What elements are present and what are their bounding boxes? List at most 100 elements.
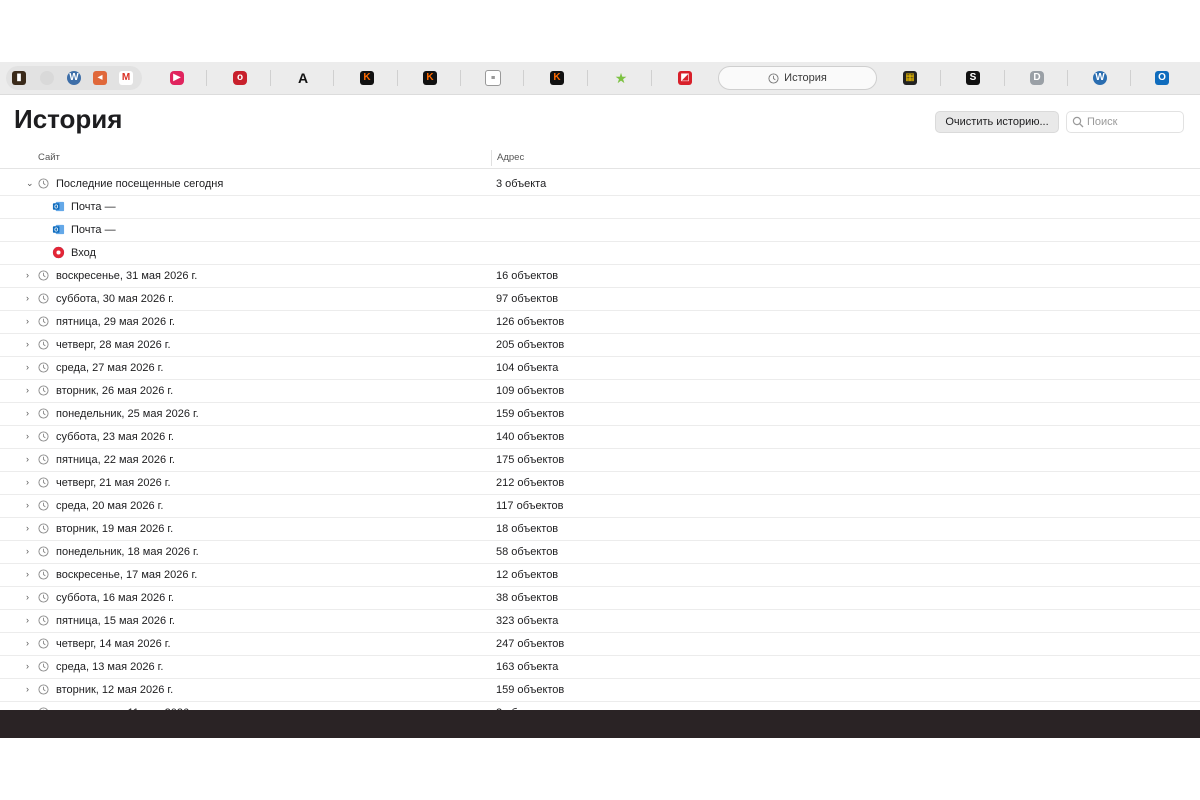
clock-icon — [38, 569, 49, 580]
chevron-right-icon[interactable]: › — [26, 615, 34, 625]
chevron-right-icon[interactable]: › — [26, 316, 34, 326]
tab-s[interactable]: S — [964, 66, 982, 90]
history-list: ⌄ Последние посещенные сегодня 3 объекта O П… — [0, 173, 1200, 725]
history-day-row[interactable]: › пятница, 22 мая 2026 г. 175 объектов — [0, 449, 1200, 472]
history-row-site: Почта — — [71, 224, 116, 236]
tab-history[interactable]: История — [718, 66, 877, 90]
chevron-right-icon[interactable]: › — [26, 339, 34, 349]
history-row-address: 247 объектов — [496, 638, 565, 650]
history-row-site: Почта — — [71, 201, 116, 213]
chevron-down-icon[interactable]: ⌄ — [26, 178, 34, 188]
history-day-row[interactable]: › четверг, 28 мая 2026 г. 205 объектов — [0, 334, 1200, 357]
search-field[interactable]: Поиск — [1066, 111, 1184, 133]
tab-kinopoisk-1[interactable]: K — [358, 66, 376, 90]
history-day-row[interactable]: › суббота, 30 мая 2026 г. 97 объектов — [0, 288, 1200, 311]
history-day-row[interactable]: › среда, 20 мая 2026 г. 117 объектов — [0, 495, 1200, 518]
history-day-row[interactable]: › суббота, 16 мая 2026 г. 38 объектов — [0, 587, 1200, 610]
history-row-site: вторник, 12 мая 2026 г. — [56, 684, 174, 696]
tab-kinopoisk-2[interactable]: K — [421, 66, 439, 90]
chevron-right-icon[interactable]: › — [26, 362, 34, 372]
history-day-row[interactable]: ⌄ Последние посещенные сегодня 3 объекта — [0, 173, 1200, 196]
tab-star[interactable]: ★ — [612, 66, 630, 90]
history-item[interactable]: O Почта — — [0, 196, 1200, 219]
history-row-address: 159 объектов — [496, 684, 565, 696]
history-row-address: 3 объекта — [496, 178, 547, 190]
tab-wp[interactable]: W — [1091, 66, 1109, 90]
chevron-right-icon[interactable]: › — [26, 270, 34, 280]
history-day-row[interactable]: › пятница, 15 мая 2026 г. 323 объекта — [0, 610, 1200, 633]
tab-filmstrip[interactable]: ▦ — [901, 66, 919, 90]
chevron-right-icon[interactable]: › — [26, 523, 34, 533]
tab-gmail[interactable]: M — [117, 66, 135, 90]
chevron-right-icon[interactable]: › — [26, 293, 34, 303]
history-row-address: 163 объекта — [496, 661, 559, 673]
history-day-row[interactable]: › понедельник, 18 мая 2026 г. 58 объектов — [0, 541, 1200, 564]
history-day-row[interactable]: › пятница, 29 мая 2026 г. 126 объектов — [0, 311, 1200, 334]
clock-icon — [38, 178, 49, 189]
history-row-address: 18 объектов — [496, 523, 559, 535]
history-row-address: 16 объектов — [496, 270, 559, 282]
history-day-row[interactable]: › воскресенье, 31 мая 2026 г. 16 объектов — [0, 265, 1200, 288]
tab-photo[interactable]: ◩ — [676, 66, 694, 90]
history-day-row[interactable]: › среда, 27 мая 2026 г. 104 объекта — [0, 357, 1200, 380]
tab-outlook[interactable]: O — [1153, 66, 1171, 90]
chevron-right-icon[interactable]: › — [26, 500, 34, 510]
tab-film[interactable]: ▮ — [10, 66, 28, 90]
kinopoisk-icon: K — [423, 71, 437, 85]
page-title: История — [14, 104, 123, 134]
history-day-row[interactable]: › вторник, 19 мая 2026 г. 18 объектов — [0, 518, 1200, 541]
chevron-right-icon[interactable]: › — [26, 661, 34, 671]
kinopoisk-icon: K — [360, 71, 374, 85]
history-row-site: суббота, 30 мая 2026 г. — [56, 293, 174, 305]
history-day-row[interactable]: › среда, 13 мая 2026 г. 163 объекта — [0, 656, 1200, 679]
tab-opera[interactable]: o — [231, 66, 249, 90]
history-item[interactable]: Вход — [0, 242, 1200, 265]
tab-d[interactable]: D — [1028, 66, 1046, 90]
chevron-right-icon[interactable]: › — [26, 477, 34, 487]
column-header-address[interactable]: Адрес — [497, 152, 524, 163]
history-day-row[interactable]: › воскресенье, 17 мая 2026 г. 12 объектов — [0, 564, 1200, 587]
search-icon — [1072, 116, 1084, 128]
clock-icon — [38, 408, 49, 419]
tab-blank[interactable] — [36, 66, 58, 90]
tab-kinopoisk-3[interactable]: K — [548, 66, 566, 90]
clock-icon — [38, 638, 49, 649]
table-header: Сайт Адрес — [0, 148, 1200, 169]
chevron-right-icon[interactable]: › — [26, 684, 34, 694]
tab-letter-a[interactable]: A — [294, 66, 312, 90]
chevron-right-icon[interactable]: › — [26, 408, 34, 418]
clear-history-button[interactable]: Очистить историю... — [935, 111, 1059, 133]
tab-news[interactable]: ≡ — [484, 66, 502, 90]
history-row-site: вторник, 26 мая 2026 г. — [56, 385, 174, 397]
clock-icon — [38, 454, 49, 465]
chevron-right-icon[interactable]: › — [26, 569, 34, 579]
history-day-row[interactable]: › четверг, 21 мая 2026 г. 212 объектов — [0, 472, 1200, 495]
tab-wordpress[interactable]: W — [65, 66, 83, 90]
chevron-right-icon[interactable]: › — [26, 454, 34, 464]
clock-icon — [38, 316, 49, 327]
tab-youtube[interactable]: ▶ — [168, 66, 186, 90]
history-row-site: пятница, 29 мая 2026 г. — [56, 316, 175, 328]
youtube-icon: ▶ — [170, 71, 184, 85]
clock-icon — [38, 661, 49, 672]
history-day-row[interactable]: › вторник, 12 мая 2026 г. 159 объектов — [0, 679, 1200, 702]
column-header-site[interactable]: Сайт — [38, 152, 60, 163]
history-row-address: 205 объектов — [496, 339, 565, 351]
history-row-site: среда, 20 мая 2026 г. — [56, 500, 164, 512]
chevron-right-icon[interactable]: › — [26, 592, 34, 602]
history-day-row[interactable]: › четверг, 14 мая 2026 г. 247 объектов — [0, 633, 1200, 656]
clock-icon — [768, 72, 779, 84]
history-item[interactable]: O Почта — — [0, 219, 1200, 242]
history-day-row[interactable]: › вторник, 26 мая 2026 г. 109 объектов — [0, 380, 1200, 403]
history-day-row[interactable]: › понедельник, 25 мая 2026 г. 159 объектов — [0, 403, 1200, 426]
clock-icon — [38, 523, 49, 534]
clock-icon — [38, 385, 49, 396]
chevron-right-icon[interactable]: › — [26, 385, 34, 395]
history-row-address: 117 объектов — [496, 500, 564, 512]
chevron-right-icon[interactable]: › — [26, 431, 34, 441]
chevron-right-icon[interactable]: › — [26, 546, 34, 556]
tab-app[interactable]: ◂ — [91, 66, 109, 90]
history-day-row[interactable]: › суббота, 23 мая 2026 г. 140 объектов — [0, 426, 1200, 449]
gmail-icon: M — [119, 71, 133, 85]
chevron-right-icon[interactable]: › — [26, 638, 34, 648]
